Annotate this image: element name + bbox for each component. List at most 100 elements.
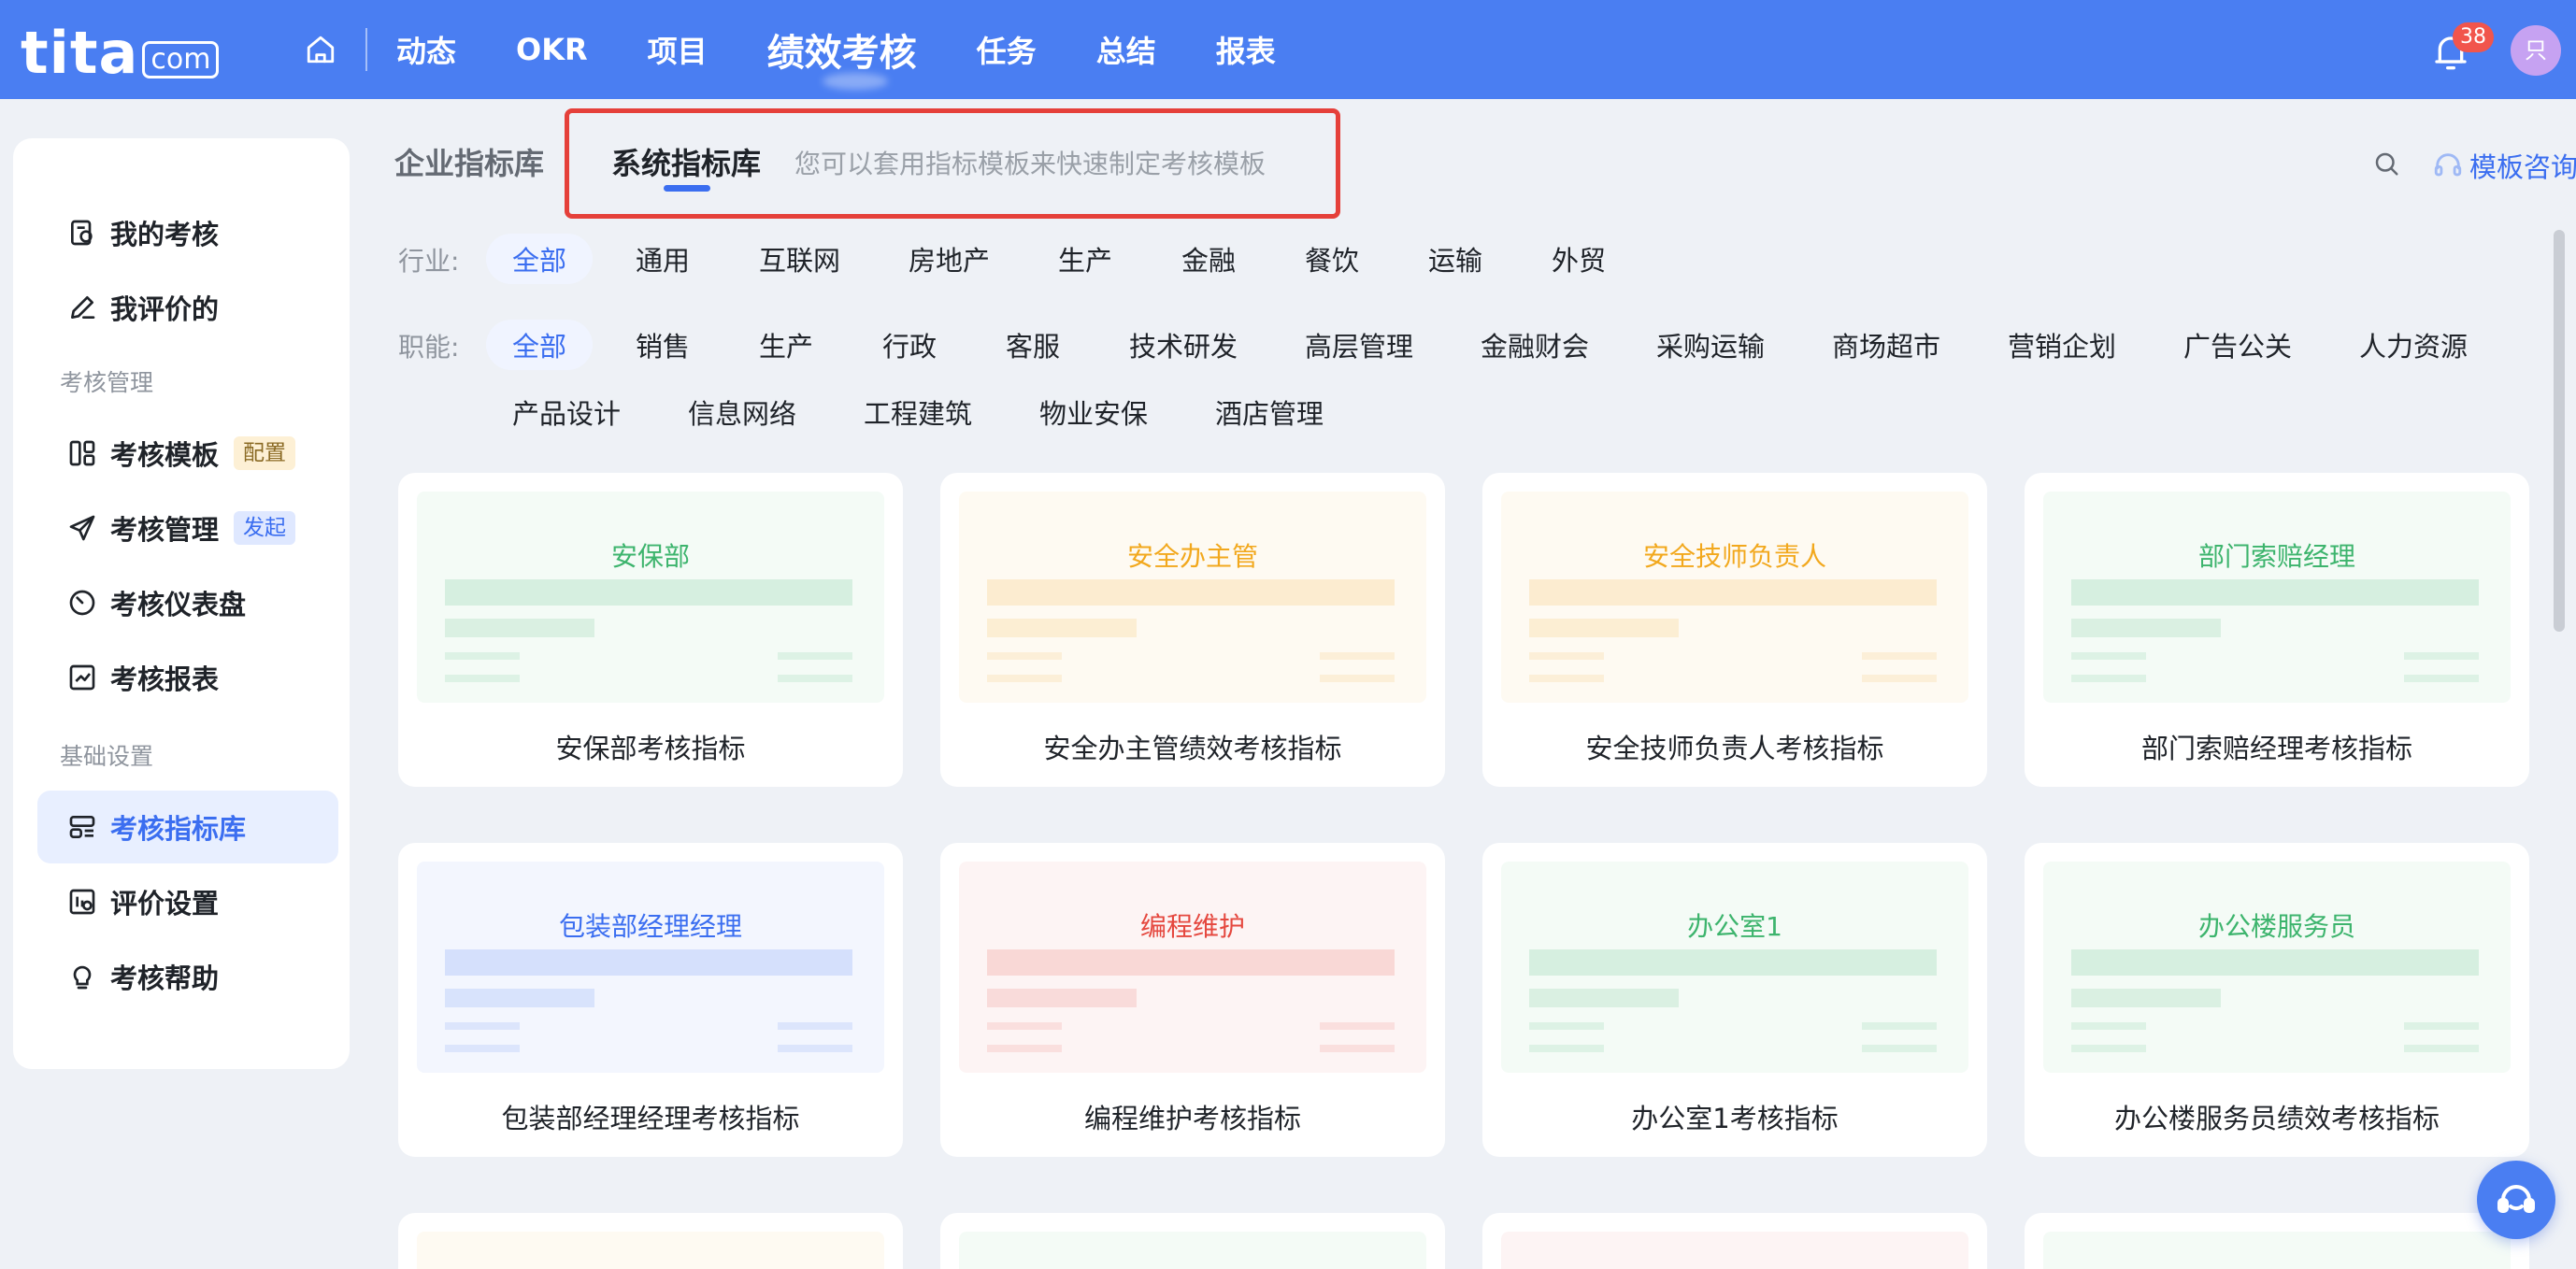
indicator-card-partial[interactable]	[2025, 1213, 2529, 1269]
sidebar-section-basic: 基础设置	[60, 743, 154, 770]
tab-system-library[interactable]: 系统指标库	[611, 140, 761, 183]
industry-chip-realestate[interactable]: 房地产	[909, 239, 990, 278]
preview-bar	[2071, 989, 2221, 1007]
sidebar-item-evaluation-settings[interactable]: 评价设置	[37, 865, 338, 938]
sidebar-item-review-management[interactable]: 考核管理 发起	[37, 492, 338, 564]
nav-item-summary[interactable]: 总结	[1096, 28, 1156, 71]
function-chip-it-network[interactable]: 信息网络	[688, 392, 796, 432]
function-chip-engineering[interactable]: 工程建筑	[864, 392, 972, 432]
nav-item-feed[interactable]: 动态	[396, 28, 456, 71]
preview-bar	[1320, 1045, 1395, 1052]
nav-item-performance[interactable]: 绩效考核	[767, 22, 917, 77]
settings-icon	[69, 889, 95, 915]
sidebar-item-label: 考核指标库	[110, 813, 247, 845]
help-chat-button[interactable]	[2477, 1161, 2555, 1239]
card-preview: 办公楼服务员	[2043, 862, 2511, 1073]
indicator-card[interactable]: 办公楼服务员办公楼服务员绩效考核指标	[2025, 843, 2529, 1157]
function-chip-hotel[interactable]: 酒店管理	[1215, 392, 1324, 432]
preview-bar	[2071, 619, 2221, 637]
card-preview	[417, 1232, 884, 1269]
preview-bar	[1529, 1045, 1604, 1052]
preview-bar	[987, 1022, 1062, 1030]
function-chip-executive[interactable]: 高层管理	[1305, 325, 1413, 364]
preview-bar	[445, 675, 520, 682]
function-chip-customer-service[interactable]: 客服	[1006, 325, 1060, 364]
indicator-card-partial[interactable]	[940, 1213, 1445, 1269]
template-consult-button[interactable]: 模板咨询	[2432, 146, 2576, 185]
preview-bar	[987, 675, 1062, 682]
preview-bar	[2071, 579, 2479, 606]
indicator-card-partial[interactable]	[1482, 1213, 1987, 1269]
card-name: 办公楼服务员绩效考核指标	[2113, 1103, 2440, 1134]
preview-bar	[778, 1045, 852, 1052]
function-chip-production[interactable]: 生产	[759, 325, 813, 364]
preview-bar	[2404, 1022, 2479, 1030]
industry-chip-catering[interactable]: 餐饮	[1305, 239, 1359, 278]
sidebar-item-help[interactable]: 考核帮助	[37, 940, 338, 1013]
function-chip-pr[interactable]: 广告公关	[2183, 325, 2292, 364]
industry-chip-general[interactable]: 通用	[636, 239, 690, 278]
industry-chip-foreign-trade[interactable]: 外贸	[1552, 239, 1606, 278]
preview-bar	[1862, 1022, 1937, 1030]
preview-bar	[987, 619, 1137, 637]
function-chip-procurement[interactable]: 采购运输	[1656, 325, 1765, 364]
function-chip-retail[interactable]: 商场超市	[1832, 325, 1940, 364]
function-chip-finance-accounting[interactable]: 金融财会	[1481, 325, 1589, 364]
logo-com-badge: com	[142, 41, 220, 78]
indicator-card[interactable]: 安全办主管 安全办主管绩效考核指标	[940, 473, 1445, 787]
industry-chip-production[interactable]: 生产	[1058, 239, 1112, 278]
nav-item-tasks[interactable]: 任务	[977, 28, 1037, 71]
headset-icon	[2434, 153, 2462, 177]
sidebar-item-dashboard[interactable]: 考核仪表盘	[37, 566, 338, 639]
function-chip-all[interactable]: 全部	[486, 320, 594, 370]
sidebar-item-i-evaluated[interactable]: 我评价的	[37, 271, 338, 344]
dashboard-icon	[69, 590, 95, 616]
indicator-card[interactable]: 安全技师负责人 安全技师负责人考核指标	[1482, 473, 1987, 787]
indicator-card[interactable]: 包装部经理经理包装部经理经理考核指标	[398, 843, 903, 1157]
function-chip-sales[interactable]: 销售	[636, 325, 690, 364]
industry-chip-transport[interactable]: 运输	[1428, 239, 1482, 278]
industry-chip-internet[interactable]: 互联网	[759, 239, 840, 278]
nav-item-reports[interactable]: 报表	[1216, 28, 1276, 71]
indicator-card-partial[interactable]	[398, 1213, 903, 1269]
function-chip-admin[interactable]: 行政	[882, 325, 937, 364]
function-chip-product-design[interactable]: 产品设计	[512, 392, 621, 432]
nav-item-projects[interactable]: 项目	[648, 28, 708, 71]
card-preview: 包装部经理经理	[417, 862, 884, 1073]
sidebar-item-review-report[interactable]: 考核报表	[37, 641, 338, 714]
industry-chip-finance[interactable]: 金融	[1181, 239, 1236, 278]
preview-bar	[778, 675, 852, 682]
indicator-card[interactable]: 编程维护 编程维护考核指标	[940, 843, 1445, 1157]
user-avatar[interactable]: 只	[2511, 25, 2561, 76]
preview-bar	[445, 949, 852, 976]
card-preview: 安保部	[417, 492, 884, 703]
scrollbar[interactable]	[2554, 230, 2565, 632]
sidebar-item-my-review[interactable]: 我的考核	[37, 196, 338, 269]
preview-bar	[987, 989, 1137, 1007]
card-preview-title: 包装部经理经理	[558, 911, 742, 942]
edit-pen-icon	[71, 296, 95, 319]
function-chip-rnd[interactable]: 技术研发	[1129, 325, 1238, 364]
sidebar-item-templates[interactable]: 考核模板 配置	[37, 417, 338, 490]
tita-logo[interactable]: tita com	[21, 15, 220, 84]
tab-enterprise-library[interactable]: 企业指标库	[394, 140, 544, 183]
indicator-card[interactable]: 安保部 安保部考核指标	[398, 473, 903, 787]
function-chip-hr[interactable]: 人力资源	[2359, 325, 2468, 364]
home-icon[interactable]	[305, 34, 336, 65]
card-preview	[2043, 1232, 2511, 1269]
indicator-card[interactable]: 部门索赔经理 部门索赔经理考核指标	[2025, 473, 2529, 787]
nav-item-okr[interactable]: OKR	[516, 32, 588, 67]
indicator-card[interactable]: 办公室1 办公室1考核指标	[1482, 843, 1987, 1157]
card-name: 包装部经理经理考核指标	[501, 1103, 800, 1134]
card-name: 办公室1考核指标	[1631, 1103, 1839, 1134]
preview-bar	[1529, 1022, 1604, 1030]
preview-bar	[987, 652, 1062, 660]
preview-bar	[445, 1045, 520, 1052]
sidebar-item-indicator-library[interactable]: 考核指标库	[37, 791, 338, 863]
function-chip-property-security[interactable]: 物业安保	[1039, 392, 1148, 432]
indicator-library-icon	[69, 816, 95, 838]
search-icon[interactable]	[2372, 150, 2400, 178]
industry-chip-all[interactable]: 全部	[486, 234, 594, 284]
preview-bar	[445, 652, 520, 660]
function-chip-marketing[interactable]: 营销企划	[2008, 325, 2116, 364]
